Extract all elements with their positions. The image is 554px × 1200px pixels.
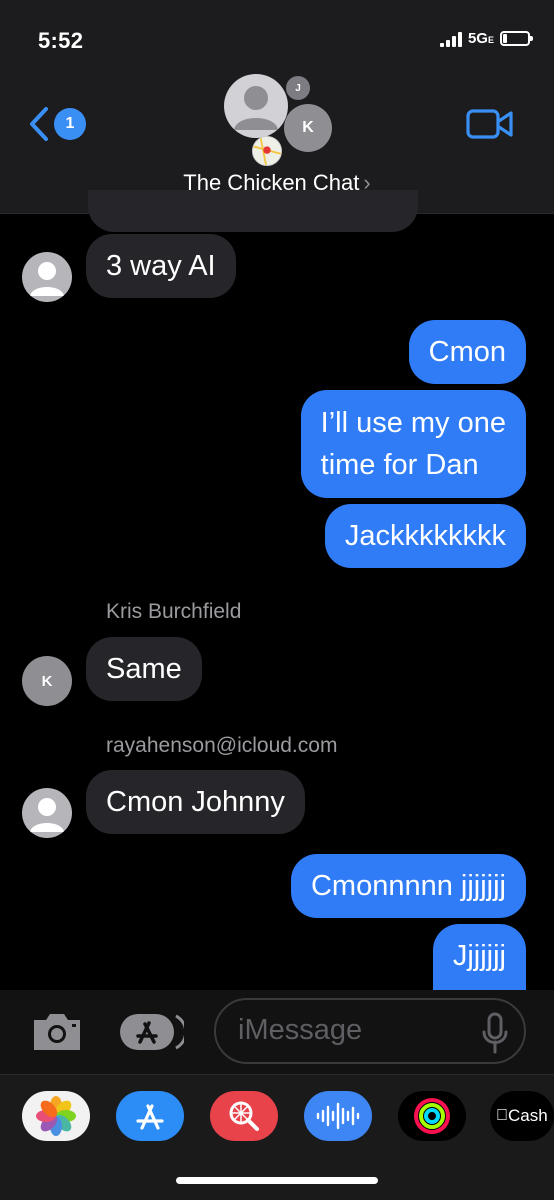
dictation-button[interactable] [482, 1012, 508, 1059]
message-bubble-incoming[interactable]: Same [86, 637, 202, 701]
network-indicator: 5GE [467, 30, 494, 47]
audio-message-icon [316, 1102, 360, 1130]
imessage-placeholder: iMessage [238, 1014, 363, 1046]
message-bubble-incoming[interactable]: Cmon Johnny [86, 770, 305, 834]
app-store-icon [120, 1014, 188, 1050]
app-store-button[interactable] [118, 1012, 188, 1057]
input-bar: iMessage [0, 990, 554, 1074]
message-bubble-incoming[interactable]: 3 way AI [86, 234, 236, 298]
images-search-icon [229, 1101, 259, 1131]
app-drawer:  Cash [0, 1074, 554, 1200]
avatar[interactable] [22, 252, 72, 302]
unread-badge: 1 [54, 108, 86, 140]
images-search-app[interactable] [210, 1091, 278, 1141]
apple-icon:  [496, 1107, 508, 1125]
signal-icon [439, 31, 462, 47]
microphone-icon [482, 1012, 508, 1054]
chat-header: 5:52 5GE 1 J K The Chicken Chat › [0, 0, 554, 214]
avatar [224, 74, 288, 138]
person-icon [30, 798, 64, 832]
message-bubble-outgoing[interactable]: Jjjjjjj [432, 924, 526, 990]
avatar-j: J [286, 76, 310, 100]
person-icon [30, 262, 64, 296]
home-indicator[interactable] [176, 1177, 378, 1184]
audio-message-app[interactable] [304, 1091, 372, 1141]
person-icon [234, 86, 278, 130]
status-time: 5:52 [38, 28, 84, 53]
camera-button[interactable] [30, 1010, 84, 1057]
activity-icon [414, 1098, 450, 1134]
battery-icon [500, 31, 533, 46]
message-bubble-outgoing[interactable]: Cmon [408, 320, 526, 384]
chevron-left-icon [30, 107, 48, 141]
avatar-k: K [284, 104, 332, 152]
avatar[interactable] [22, 788, 72, 838]
facetime-video-button[interactable] [466, 108, 514, 145]
back-button[interactable]: 1 [28, 106, 86, 142]
activity-app[interactable] [398, 1091, 466, 1141]
message-bubble-outgoing[interactable]: Jackkkkkkkk [324, 504, 526, 568]
sender-name: rayahenson@icloud.com [106, 734, 338, 757]
avatar-k[interactable]: K [22, 656, 72, 706]
apple-cash-app[interactable]:  Cash [490, 1091, 554, 1141]
photos-app[interactable] [22, 1091, 90, 1141]
imessage-input[interactable]: iMessage [214, 998, 526, 1064]
video-camera-icon [466, 109, 513, 139]
app-store-icon [136, 1104, 164, 1130]
message-bubble-partial [88, 190, 418, 232]
message-bubble-outgoing[interactable]: Cmonnnnn jjjjjjj [290, 854, 526, 918]
map-avatar-icon [252, 136, 282, 166]
status-indicators: 5GE [439, 30, 533, 47]
sender-name: Kris Burchfield [106, 600, 242, 623]
photos-icon [36, 1096, 76, 1136]
app-store-app[interactable] [116, 1091, 184, 1141]
camera-icon [34, 1014, 80, 1050]
message-bubble-outgoing[interactable]: I’ll use my one time for Dan [300, 390, 526, 498]
group-avatar[interactable]: J K [218, 70, 338, 170]
apple-cash-label: Cash [496, 1106, 548, 1125]
